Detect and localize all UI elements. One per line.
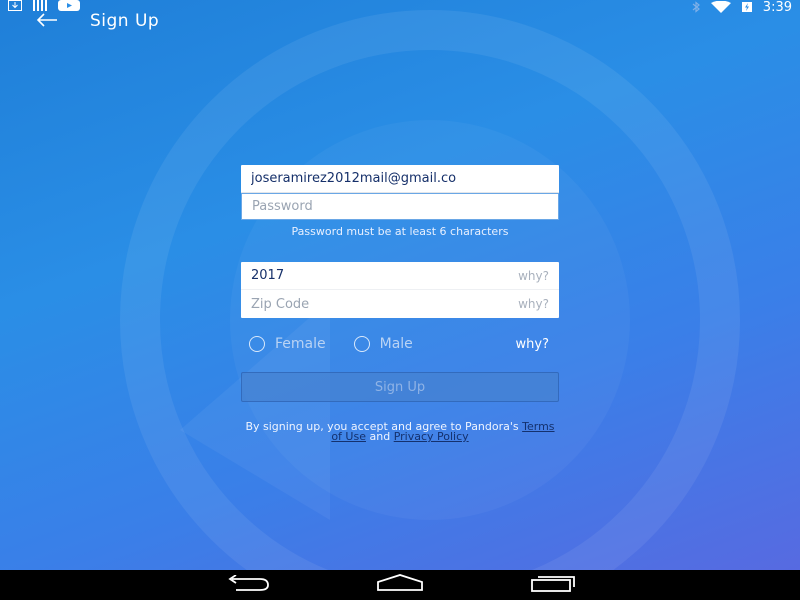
zip-code-why-link[interactable]: why? xyxy=(518,297,549,311)
gender-female-label: Female xyxy=(275,336,326,352)
password-helper-text: Password must be at least 6 characters xyxy=(291,225,509,238)
password-input[interactable] xyxy=(252,199,548,214)
email-value: joseramirez2012mail@gmail.co xyxy=(251,171,457,186)
gender-male-label: Male xyxy=(379,336,413,352)
gender-row: Female Male why? xyxy=(241,332,559,356)
credentials-box: joseramirez2012mail@gmail.co xyxy=(241,165,559,220)
gender-male-radio[interactable]: Male xyxy=(353,336,413,352)
nav-back-button[interactable] xyxy=(217,573,277,597)
password-field[interactable] xyxy=(241,193,559,220)
details-box: 2017 why? Zip Code why? xyxy=(241,262,559,318)
back-nav-icon xyxy=(224,574,270,595)
privacy-policy-link[interactable]: Privacy Policy xyxy=(394,430,469,443)
nav-home-button[interactable] xyxy=(370,573,430,597)
zip-code-field[interactable]: Zip Code why? xyxy=(241,290,559,318)
signup-form: joseramirez2012mail@gmail.co Password mu… xyxy=(241,165,559,442)
birth-year-value: 2017 xyxy=(251,268,285,283)
terms-conjunction: and xyxy=(369,430,391,443)
birth-year-field[interactable]: 2017 why? xyxy=(241,262,559,290)
radio-circle-icon xyxy=(353,336,370,352)
app-bar: Sign Up xyxy=(0,8,800,34)
page-title: Sign Up xyxy=(90,11,160,31)
home-nav-icon xyxy=(376,574,424,596)
gender-why-link[interactable]: why? xyxy=(516,337,549,352)
radio-circle-icon xyxy=(249,336,265,352)
gender-female-radio[interactable]: Female xyxy=(249,336,326,352)
arrow-left-icon xyxy=(36,12,58,31)
terms-text: By signing up, you accept and agree to P… xyxy=(241,421,559,443)
back-button[interactable] xyxy=(36,8,66,34)
nav-recents-button[interactable] xyxy=(523,573,583,597)
recents-nav-icon xyxy=(530,574,576,596)
navigation-bar xyxy=(0,570,800,600)
birth-year-why-link[interactable]: why? xyxy=(518,269,549,283)
email-field[interactable]: joseramirez2012mail@gmail.co xyxy=(241,165,559,193)
sign-up-button[interactable]: Sign Up xyxy=(241,372,559,402)
zip-code-placeholder: Zip Code xyxy=(251,296,310,312)
